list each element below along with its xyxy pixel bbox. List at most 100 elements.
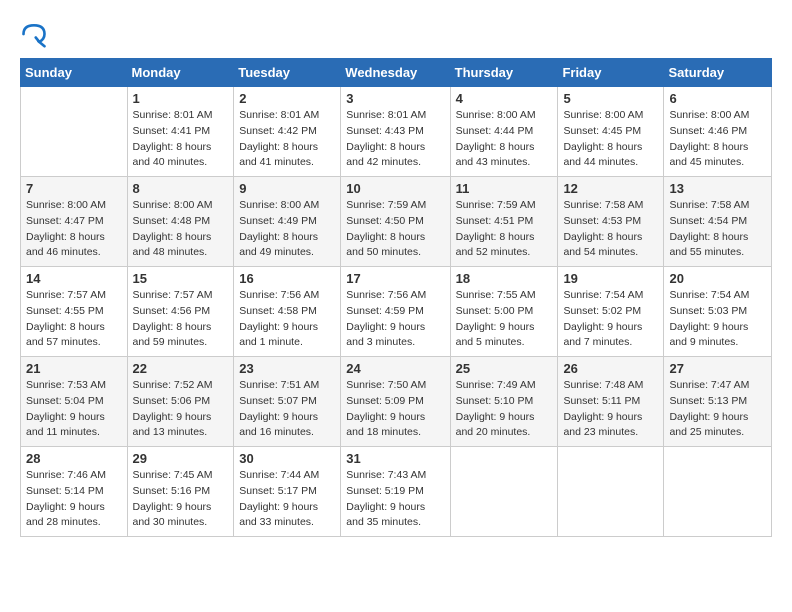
calendar-cell: 10 Sunrise: 7:59 AMSunset: 4:50 PMDayligh…	[341, 177, 450, 267]
day-info: Sunrise: 7:54 AMSunset: 5:03 PMDaylight:…	[669, 288, 766, 351]
calendar-cell: 2 Sunrise: 8:01 AMSunset: 4:42 PMDaylight…	[234, 87, 341, 177]
day-info: Sunrise: 7:43 AMSunset: 5:19 PMDaylight:…	[346, 468, 444, 531]
day-number: 22	[133, 361, 229, 376]
calendar-cell: 11 Sunrise: 7:59 AMSunset: 4:51 PMDayligh…	[450, 177, 558, 267]
day-of-week-header: Monday	[127, 59, 234, 87]
day-info: Sunrise: 7:48 AMSunset: 5:11 PMDaylight:…	[563, 378, 658, 441]
day-number: 17	[346, 271, 444, 286]
day-info: Sunrise: 7:55 AMSunset: 5:00 PMDaylight:…	[456, 288, 553, 351]
day-of-week-header: Thursday	[450, 59, 558, 87]
day-of-week-header: Wednesday	[341, 59, 450, 87]
calendar-week-row: 7 Sunrise: 8:00 AMSunset: 4:47 PMDaylight…	[21, 177, 772, 267]
day-number: 26	[563, 361, 658, 376]
day-number: 25	[456, 361, 553, 376]
day-number: 20	[669, 271, 766, 286]
day-info: Sunrise: 8:01 AMSunset: 4:43 PMDaylight:…	[346, 108, 444, 171]
day-info: Sunrise: 8:00 AMSunset: 4:48 PMDaylight:…	[133, 198, 229, 261]
day-number: 29	[133, 451, 229, 466]
calendar-cell: 22 Sunrise: 7:52 AMSunset: 5:06 PMDayligh…	[127, 357, 234, 447]
calendar-cell: 21 Sunrise: 7:53 AMSunset: 5:04 PMDayligh…	[21, 357, 128, 447]
calendar-cell: 29 Sunrise: 7:45 AMSunset: 5:16 PMDayligh…	[127, 447, 234, 537]
calendar-cell: 15Sunrise: 7:57 AMSunset: 4:56 PMDayligh…	[127, 267, 234, 357]
day-number: 24	[346, 361, 444, 376]
calendar-cell: 19 Sunrise: 7:54 AMSunset: 5:02 PMDayligh…	[558, 267, 664, 357]
day-number: 14	[26, 271, 122, 286]
calendar-cell: 28Sunrise: 7:46 AMSunset: 5:14 PMDayligh…	[21, 447, 128, 537]
day-info: Sunrise: 7:45 AMSunset: 5:16 PMDaylight:…	[133, 468, 229, 531]
calendar-cell: 17 Sunrise: 7:56 AMSunset: 4:59 PMDayligh…	[341, 267, 450, 357]
calendar-cell: 9 Sunrise: 8:00 AMSunset: 4:49 PMDaylight…	[234, 177, 341, 267]
day-info: Sunrise: 7:57 AMSunset: 4:55 PMDaylight:…	[26, 288, 122, 351]
calendar-cell: 8Sunrise: 8:00 AMSunset: 4:48 PMDaylight…	[127, 177, 234, 267]
day-info: Sunrise: 8:00 AMSunset: 4:49 PMDaylight:…	[239, 198, 335, 261]
day-number: 2	[239, 91, 335, 106]
day-number: 21	[26, 361, 122, 376]
day-info: Sunrise: 8:00 AMSunset: 4:46 PMDaylight:…	[669, 108, 766, 171]
day-info: Sunrise: 7:53 AMSunset: 5:04 PMDaylight:…	[26, 378, 122, 441]
calendar-cell: 16Sunrise: 7:56 AMSunset: 4:58 PMDayligh…	[234, 267, 341, 357]
day-number: 9	[239, 181, 335, 196]
day-number: 31	[346, 451, 444, 466]
day-number: 6	[669, 91, 766, 106]
page-header	[20, 20, 772, 48]
calendar-cell: 30 Sunrise: 7:44 AMSunset: 5:17 PMDayligh…	[234, 447, 341, 537]
calendar-cell: 27 Sunrise: 7:47 AMSunset: 5:13 PMDayligh…	[664, 357, 772, 447]
day-number: 5	[563, 91, 658, 106]
day-number: 4	[456, 91, 553, 106]
calendar-cell: 24 Sunrise: 7:50 AMSunset: 5:09 PMDayligh…	[341, 357, 450, 447]
calendar-cell: 23 Sunrise: 7:51 AMSunset: 5:07 PMDayligh…	[234, 357, 341, 447]
day-info: Sunrise: 7:51 AMSunset: 5:07 PMDaylight:…	[239, 378, 335, 441]
day-info: Sunrise: 7:59 AMSunset: 4:50 PMDaylight:…	[346, 198, 444, 261]
calendar-cell	[558, 447, 664, 537]
calendar-week-row: 1 Sunrise: 8:01 AMSunset: 4:41 PMDaylight…	[21, 87, 772, 177]
calendar-cell: 7 Sunrise: 8:00 AMSunset: 4:47 PMDaylight…	[21, 177, 128, 267]
calendar-cell: 5Sunrise: 8:00 AMSunset: 4:45 PMDaylight…	[558, 87, 664, 177]
day-number: 13	[669, 181, 766, 196]
calendar-cell	[664, 447, 772, 537]
day-number: 12	[563, 181, 658, 196]
day-number: 19	[563, 271, 658, 286]
calendar-cell: 31 Sunrise: 7:43 AMSunset: 5:19 PMDayligh…	[341, 447, 450, 537]
day-number: 30	[239, 451, 335, 466]
day-info: Sunrise: 7:58 AMSunset: 4:54 PMDaylight:…	[669, 198, 766, 261]
calendar-table: SundayMondayTuesdayWednesdayThursdayFrid…	[20, 58, 772, 537]
day-info: Sunrise: 8:00 AMSunset: 4:47 PMDaylight:…	[26, 198, 122, 261]
calendar-week-row: 14 Sunrise: 7:57 AMSunset: 4:55 PMDayligh…	[21, 267, 772, 357]
day-info: Sunrise: 7:44 AMSunset: 5:17 PMDaylight:…	[239, 468, 335, 531]
day-number: 16	[239, 271, 335, 286]
day-info: Sunrise: 7:59 AMSunset: 4:51 PMDaylight:…	[456, 198, 553, 261]
day-of-week-header: Tuesday	[234, 59, 341, 87]
day-number: 27	[669, 361, 766, 376]
logo-icon	[20, 20, 48, 48]
calendar-week-row: 28Sunrise: 7:46 AMSunset: 5:14 PMDayligh…	[21, 447, 772, 537]
day-info: Sunrise: 7:54 AMSunset: 5:02 PMDaylight:…	[563, 288, 658, 351]
day-number: 28	[26, 451, 122, 466]
day-info: Sunrise: 7:47 AMSunset: 5:13 PMDaylight:…	[669, 378, 766, 441]
calendar-header-row: SundayMondayTuesdayWednesdayThursdayFrid…	[21, 59, 772, 87]
day-number: 11	[456, 181, 553, 196]
day-info: Sunrise: 7:58 AMSunset: 4:53 PMDaylight:…	[563, 198, 658, 261]
calendar-cell: 26 Sunrise: 7:48 AMSunset: 5:11 PMDayligh…	[558, 357, 664, 447]
calendar-cell: 18Sunrise: 7:55 AMSunset: 5:00 PMDayligh…	[450, 267, 558, 357]
day-number: 7	[26, 181, 122, 196]
day-info: Sunrise: 8:01 AMSunset: 4:41 PMDaylight:…	[133, 108, 229, 171]
logo	[20, 20, 52, 48]
day-of-week-header: Friday	[558, 59, 664, 87]
day-info: Sunrise: 7:50 AMSunset: 5:09 PMDaylight:…	[346, 378, 444, 441]
day-info: Sunrise: 7:52 AMSunset: 5:06 PMDaylight:…	[133, 378, 229, 441]
calendar-cell	[21, 87, 128, 177]
calendar-cell: 13 Sunrise: 7:58 AMSunset: 4:54 PMDayligh…	[664, 177, 772, 267]
day-number: 10	[346, 181, 444, 196]
calendar-cell: 25Sunrise: 7:49 AMSunset: 5:10 PMDayligh…	[450, 357, 558, 447]
day-info: Sunrise: 8:00 AMSunset: 4:44 PMDaylight:…	[456, 108, 553, 171]
calendar-cell	[450, 447, 558, 537]
day-number: 23	[239, 361, 335, 376]
day-info: Sunrise: 8:01 AMSunset: 4:42 PMDaylight:…	[239, 108, 335, 171]
calendar-cell: 6 Sunrise: 8:00 AMSunset: 4:46 PMDaylight…	[664, 87, 772, 177]
day-number: 15	[133, 271, 229, 286]
calendar-cell: 12 Sunrise: 7:58 AMSunset: 4:53 PMDayligh…	[558, 177, 664, 267]
calendar-cell: 14 Sunrise: 7:57 AMSunset: 4:55 PMDayligh…	[21, 267, 128, 357]
calendar-cell: 1 Sunrise: 8:01 AMSunset: 4:41 PMDaylight…	[127, 87, 234, 177]
day-number: 1	[133, 91, 229, 106]
day-info: Sunrise: 7:56 AMSunset: 4:59 PMDaylight:…	[346, 288, 444, 351]
